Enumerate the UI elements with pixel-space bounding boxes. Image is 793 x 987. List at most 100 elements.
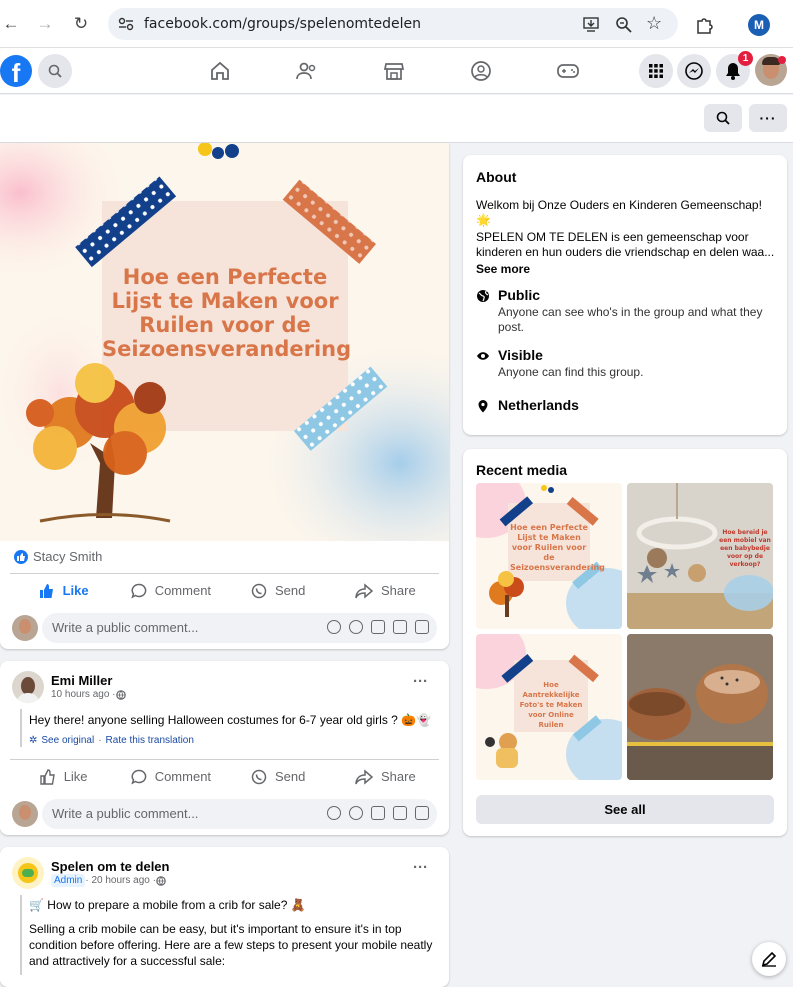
menu-button[interactable] bbox=[639, 54, 673, 88]
about-title: About bbox=[476, 169, 517, 185]
site-settings-icon[interactable] bbox=[118, 17, 134, 31]
thumbs-up-icon bbox=[39, 768, 55, 785]
share-icon bbox=[355, 582, 374, 599]
rate-translation-link[interactable]: Rate this translation bbox=[106, 735, 194, 746]
media-tile[interactable]: Hoe bereid je een mobiel van een babybed… bbox=[627, 483, 773, 629]
post-time[interactable]: · 20 hours ago · bbox=[85, 875, 156, 886]
gaming-icon bbox=[557, 64, 579, 78]
globe-icon bbox=[115, 689, 126, 700]
see-original-link[interactable]: See original bbox=[41, 735, 94, 746]
see-all-button[interactable]: See all bbox=[476, 795, 774, 824]
translation-bar bbox=[20, 709, 22, 747]
search-icon bbox=[716, 111, 730, 125]
media-tile[interactable]: Hoe een Perfecte Lijst te Maken voor Rui… bbox=[476, 483, 622, 629]
gif-icon[interactable] bbox=[393, 620, 407, 634]
forward-icon[interactable]: → bbox=[34, 13, 56, 35]
camera-icon[interactable] bbox=[371, 620, 385, 634]
location-pin-icon bbox=[478, 400, 488, 413]
extensions-icon[interactable] bbox=[695, 15, 715, 35]
post-card: Emi Miller 10 hours ago · ··· Hey there!… bbox=[0, 661, 449, 835]
install-app-icon[interactable] bbox=[582, 15, 600, 33]
group-action-bar: ··· bbox=[0, 95, 793, 143]
like-button[interactable]: Like bbox=[10, 574, 117, 607]
about-card: About Welkom bij Onze Ouders en Kinderen… bbox=[463, 155, 787, 435]
user-avatar bbox=[12, 801, 38, 827]
online-dot bbox=[778, 56, 786, 64]
address-bar[interactable]: facebook.com/groups/spelenomtedelen ☆ bbox=[108, 8, 678, 40]
group-search-button[interactable] bbox=[704, 104, 742, 132]
reactions-summary[interactable]: Stacy Smith bbox=[14, 549, 102, 564]
avatar-sticker-icon[interactable] bbox=[327, 806, 341, 820]
search-button[interactable] bbox=[38, 54, 72, 88]
user-avatar bbox=[12, 615, 38, 641]
privacy-public: Public Anyone can see who's in the group… bbox=[476, 287, 776, 335]
send-button[interactable]: Send bbox=[225, 760, 332, 793]
facebook-logo-icon[interactable]: f bbox=[0, 55, 32, 87]
comment-button[interactable]: Comment bbox=[117, 760, 224, 793]
like-button[interactable]: Like bbox=[10, 760, 117, 793]
post-options-button[interactable]: ··· bbox=[413, 673, 428, 690]
gif-icon[interactable] bbox=[393, 806, 407, 820]
share-button[interactable]: Share bbox=[332, 760, 439, 793]
compose-icon bbox=[761, 951, 777, 967]
messenger-button[interactable] bbox=[677, 54, 711, 88]
post-author[interactable]: Emi Miller bbox=[51, 673, 112, 688]
translation-links: ✲ See original · Rate this translation bbox=[29, 735, 194, 746]
bell-icon bbox=[726, 63, 740, 80]
post-text-body: Selling a crib mobile can be easy, but i… bbox=[29, 922, 433, 968]
see-more-link[interactable]: See more bbox=[476, 262, 530, 276]
nav-gaming-tab[interactable] bbox=[555, 60, 581, 82]
nav-friends-tab[interactable] bbox=[294, 60, 320, 82]
post-time[interactable]: 10 hours ago · bbox=[51, 689, 116, 700]
marketplace-icon bbox=[383, 63, 405, 80]
share-icon bbox=[355, 768, 374, 785]
eye-icon bbox=[477, 352, 489, 360]
sticker-icon[interactable] bbox=[415, 620, 429, 634]
recent-media-card: Recent media Hoe een Perfecte Lijst te M… bbox=[463, 449, 787, 836]
share-button[interactable]: Share bbox=[332, 574, 439, 607]
post-card: Spelen om te delen Admin · 20 hours ago … bbox=[0, 847, 449, 987]
translation-bar bbox=[20, 895, 22, 975]
group-more-button[interactable]: ··· bbox=[749, 104, 787, 132]
about-welcome: Welkom bij Onze Ouders en Kinderen Gemee… bbox=[476, 198, 762, 227]
profile-avatar[interactable]: M bbox=[748, 14, 770, 36]
nav-home-tab[interactable] bbox=[207, 60, 233, 82]
admin-badge: Admin bbox=[51, 874, 86, 887]
browser-toolbar: ← → ↻ facebook.com/groups/spelenomtedele… bbox=[0, 0, 793, 48]
location-row: Netherlands bbox=[476, 397, 776, 413]
media-tile[interactable]: Hoe Aantrekkelijke Foto's te Maken voor … bbox=[476, 634, 622, 780]
image-title: Hoe een Perfecte Lijst te Maken voor Rui… bbox=[102, 265, 352, 361]
post-options-button[interactable]: ··· bbox=[413, 859, 428, 876]
reload-icon[interactable]: ↻ bbox=[70, 13, 92, 35]
bookmark-star-icon[interactable]: ☆ bbox=[646, 13, 662, 34]
back-icon[interactable]: ← bbox=[0, 13, 22, 35]
search-icon bbox=[48, 64, 62, 78]
sticker-icon[interactable] bbox=[415, 806, 429, 820]
zoom-icon[interactable] bbox=[615, 16, 632, 33]
emoji-icon[interactable] bbox=[349, 620, 363, 634]
comment-tools bbox=[327, 806, 429, 820]
author-avatar[interactable] bbox=[12, 671, 44, 703]
post-author[interactable]: Spelen om te delen bbox=[51, 859, 169, 874]
comment-input[interactable]: Write a public comment... bbox=[42, 799, 437, 829]
thumbs-up-icon bbox=[39, 583, 53, 598]
camera-icon[interactable] bbox=[371, 806, 385, 820]
post-actions: Like Comment Send Share bbox=[10, 759, 439, 793]
comment-input[interactable]: Write a public comment... bbox=[42, 613, 437, 643]
nav-marketplace-tab[interactable] bbox=[381, 60, 407, 82]
new-message-button[interactable] bbox=[752, 942, 786, 976]
emoji-icon[interactable] bbox=[349, 806, 363, 820]
post-image[interactable]: Hoe een Perfecte Lijst te Maken voor Rui… bbox=[0, 143, 449, 541]
facebook-top-nav: f 1 bbox=[0, 48, 793, 94]
comment-button[interactable]: Comment bbox=[117, 574, 224, 607]
author-avatar[interactable] bbox=[12, 857, 44, 889]
avatar-sticker-icon[interactable] bbox=[327, 620, 341, 634]
visibility-visible: Visible Anyone can find this group. bbox=[476, 347, 776, 380]
menu-grid-icon bbox=[649, 64, 663, 78]
media-tile[interactable] bbox=[627, 634, 773, 780]
comment-composer: Write a public comment... bbox=[12, 799, 437, 829]
whatsapp-icon bbox=[251, 583, 267, 598]
send-button[interactable]: Send bbox=[225, 574, 332, 607]
reactor-name[interactable]: Stacy Smith bbox=[33, 549, 102, 564]
nav-groups-tab[interactable] bbox=[468, 60, 494, 82]
